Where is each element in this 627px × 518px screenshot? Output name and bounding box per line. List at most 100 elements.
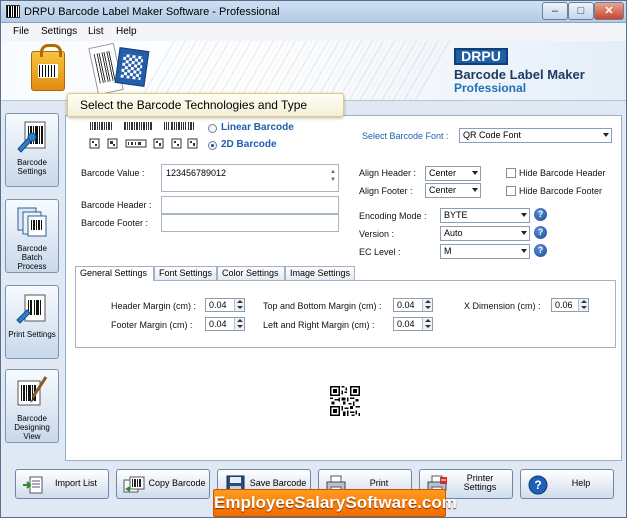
footer-margin-value: 0.04	[209, 319, 227, 329]
spin-arrows-icon[interactable]	[234, 318, 244, 330]
hide-footer-checkbox[interactable]	[506, 186, 516, 196]
minimize-button[interactable]: –	[542, 2, 568, 20]
barcode-footer-label: Barcode Footer :	[81, 218, 149, 228]
x-dimension-value: 0.06	[555, 300, 573, 310]
top-bottom-margin-value: 0.04	[397, 300, 415, 310]
close-button[interactable]: ✕	[594, 2, 624, 20]
menu-help[interactable]: Help	[116, 26, 137, 37]
svg-text:?: ?	[534, 478, 541, 492]
barcode-font-select[interactable]: QR Code Font	[459, 128, 612, 143]
ec-level-help-icon[interactable]: ?	[534, 244, 547, 257]
menu-file[interactable]: File	[13, 26, 29, 37]
barcode-settings-panel: Linear Barcode 2D Barcode Select Barcode…	[65, 115, 622, 461]
x-dimension-label: X Dimension (cm) :	[464, 301, 541, 311]
tab-color-settings[interactable]: Color Settings	[217, 266, 285, 280]
2d-barcode-label[interactable]: 2D Barcode	[221, 139, 277, 150]
barcode-value-text: 123456789012	[166, 168, 227, 178]
header-margin-label: Header Margin (cm) :	[111, 301, 197, 311]
spin-arrows-icon[interactable]	[234, 299, 244, 311]
chevron-down-icon	[472, 171, 478, 175]
barcode-font-value: QR Code Font	[463, 130, 522, 140]
encoding-help-icon[interactable]: ?	[534, 208, 547, 221]
2d-barcode-samples-icon	[89, 138, 198, 149]
hide-footer-label[interactable]: Hide Barcode Footer	[519, 186, 602, 196]
version-help-icon[interactable]: ?	[534, 226, 547, 239]
watermark-banner: EmployeeSalarySoftware.com	[213, 489, 457, 517]
sidebar-label: Barcode Designing View	[14, 414, 50, 441]
design-brush-icon	[17, 376, 48, 406]
sidebar-label: Barcode Batch Process	[17, 244, 47, 271]
copy-barcode-button[interactable]: Copy Barcode	[116, 469, 210, 499]
drpu-logo: DRPU	[454, 48, 508, 65]
chevron-down-icon	[472, 188, 478, 192]
align-header-select[interactable]: Center	[425, 166, 481, 181]
spin-arrows-icon[interactable]	[422, 299, 432, 311]
sidebar-label: Print Settings	[8, 330, 56, 339]
sidebar-label: Barcode Settings	[17, 158, 47, 176]
footer-margin-spinner[interactable]: 0.04	[205, 317, 245, 331]
linear-barcode-radio[interactable]	[208, 124, 217, 133]
chevron-down-icon	[521, 231, 527, 235]
x-dimension-spinner[interactable]: 0.06	[551, 298, 589, 312]
top-bottom-margin-label: Top and Bottom Margin (cm) :	[263, 301, 382, 311]
shopping-bag-icon	[31, 44, 65, 91]
left-right-margin-spinner[interactable]: 0.04	[393, 317, 433, 331]
header-margin-value: 0.04	[209, 300, 227, 310]
tab-general-settings[interactable]: General Settings	[75, 266, 154, 281]
footer-margin-label: Footer Margin (cm) :	[111, 320, 193, 330]
help-button[interactable]: ? Help	[520, 469, 614, 499]
hide-header-checkbox[interactable]	[506, 168, 516, 178]
qr-code-preview	[330, 386, 360, 416]
menu-list[interactable]: List	[88, 26, 104, 37]
spin-arrows-icon[interactable]	[422, 318, 432, 330]
import-list-button[interactable]: Import List	[15, 469, 109, 499]
window-title: DRPU Barcode Label Maker Software - Prof…	[24, 6, 280, 18]
print-label: Print	[369, 478, 389, 488]
align-footer-label: Align Footer :	[359, 186, 413, 196]
maximize-button[interactable]: □	[568, 2, 594, 20]
encoding-mode-label: Encoding Mode :	[359, 211, 427, 221]
encoding-mode-select[interactable]: BYTE	[440, 208, 530, 223]
align-footer-value: Center	[429, 185, 457, 195]
sidebar: Barcode Settings Barcode Batch Process P…	[5, 113, 61, 457]
sidebar-batch-process[interactable]: Barcode Batch Process	[5, 199, 59, 273]
align-header-value: Center	[429, 168, 457, 178]
copy-barcode-icon	[123, 476, 145, 493]
help-icon: ?	[528, 475, 548, 495]
ec-level-select[interactable]: M	[440, 244, 530, 259]
spin-arrows-icon[interactable]	[578, 299, 588, 311]
product-edition: Professional	[454, 81, 527, 95]
app-window: DRPU Barcode Label Maker Software - Prof…	[0, 0, 627, 518]
left-right-margin-label: Left and Right Margin (cm) :	[263, 320, 375, 330]
save-barcode-label: Save Barcode	[249, 478, 307, 488]
ec-level-label: EC Level :	[359, 247, 401, 257]
linear-barcode-label[interactable]: Linear Barcode	[221, 122, 294, 133]
tab-font-settings[interactable]: Font Settings	[154, 266, 217, 280]
header-banner: DRPU Barcode Label Maker Professional	[1, 41, 626, 101]
linear-barcode-samples-icon	[90, 122, 194, 130]
chevron-down-icon	[603, 133, 609, 137]
barcode-footer-input[interactable]	[161, 214, 339, 232]
version-value: Auto	[444, 228, 463, 238]
sidebar-print-settings[interactable]: Print Settings	[5, 285, 59, 359]
print-settings-icon	[16, 294, 46, 324]
barcode-wrench-icon	[17, 121, 46, 153]
align-header-label: Align Header :	[359, 168, 417, 178]
align-footer-select[interactable]: Center	[425, 183, 481, 198]
sidebar-designing-view[interactable]: Barcode Designing View	[5, 369, 59, 443]
sidebar-barcode-settings[interactable]: Barcode Settings	[5, 113, 59, 187]
header-margin-spinner[interactable]: 0.04	[205, 298, 245, 312]
barcode-value-input[interactable]: 123456789012 ▲ ▼	[161, 164, 339, 192]
app-barcode-icon	[6, 5, 20, 18]
2d-barcode-radio[interactable]	[208, 141, 217, 150]
top-bottom-margin-spinner[interactable]: 0.04	[393, 298, 433, 312]
title-bar[interactable]: DRPU Barcode Label Maker Software - Prof…	[1, 1, 626, 23]
product-name: Barcode Label Maker	[454, 67, 585, 82]
tab-image-settings[interactable]: Image Settings	[285, 266, 355, 280]
menu-settings[interactable]: Settings	[41, 26, 77, 37]
encoding-mode-value: BYTE	[444, 210, 468, 220]
barcode-header-input[interactable]	[161, 196, 339, 214]
version-select[interactable]: Auto	[440, 226, 530, 241]
hide-header-label[interactable]: Hide Barcode Header	[519, 168, 606, 178]
scroll-arrows-icon[interactable]: ▲ ▼	[330, 168, 336, 184]
